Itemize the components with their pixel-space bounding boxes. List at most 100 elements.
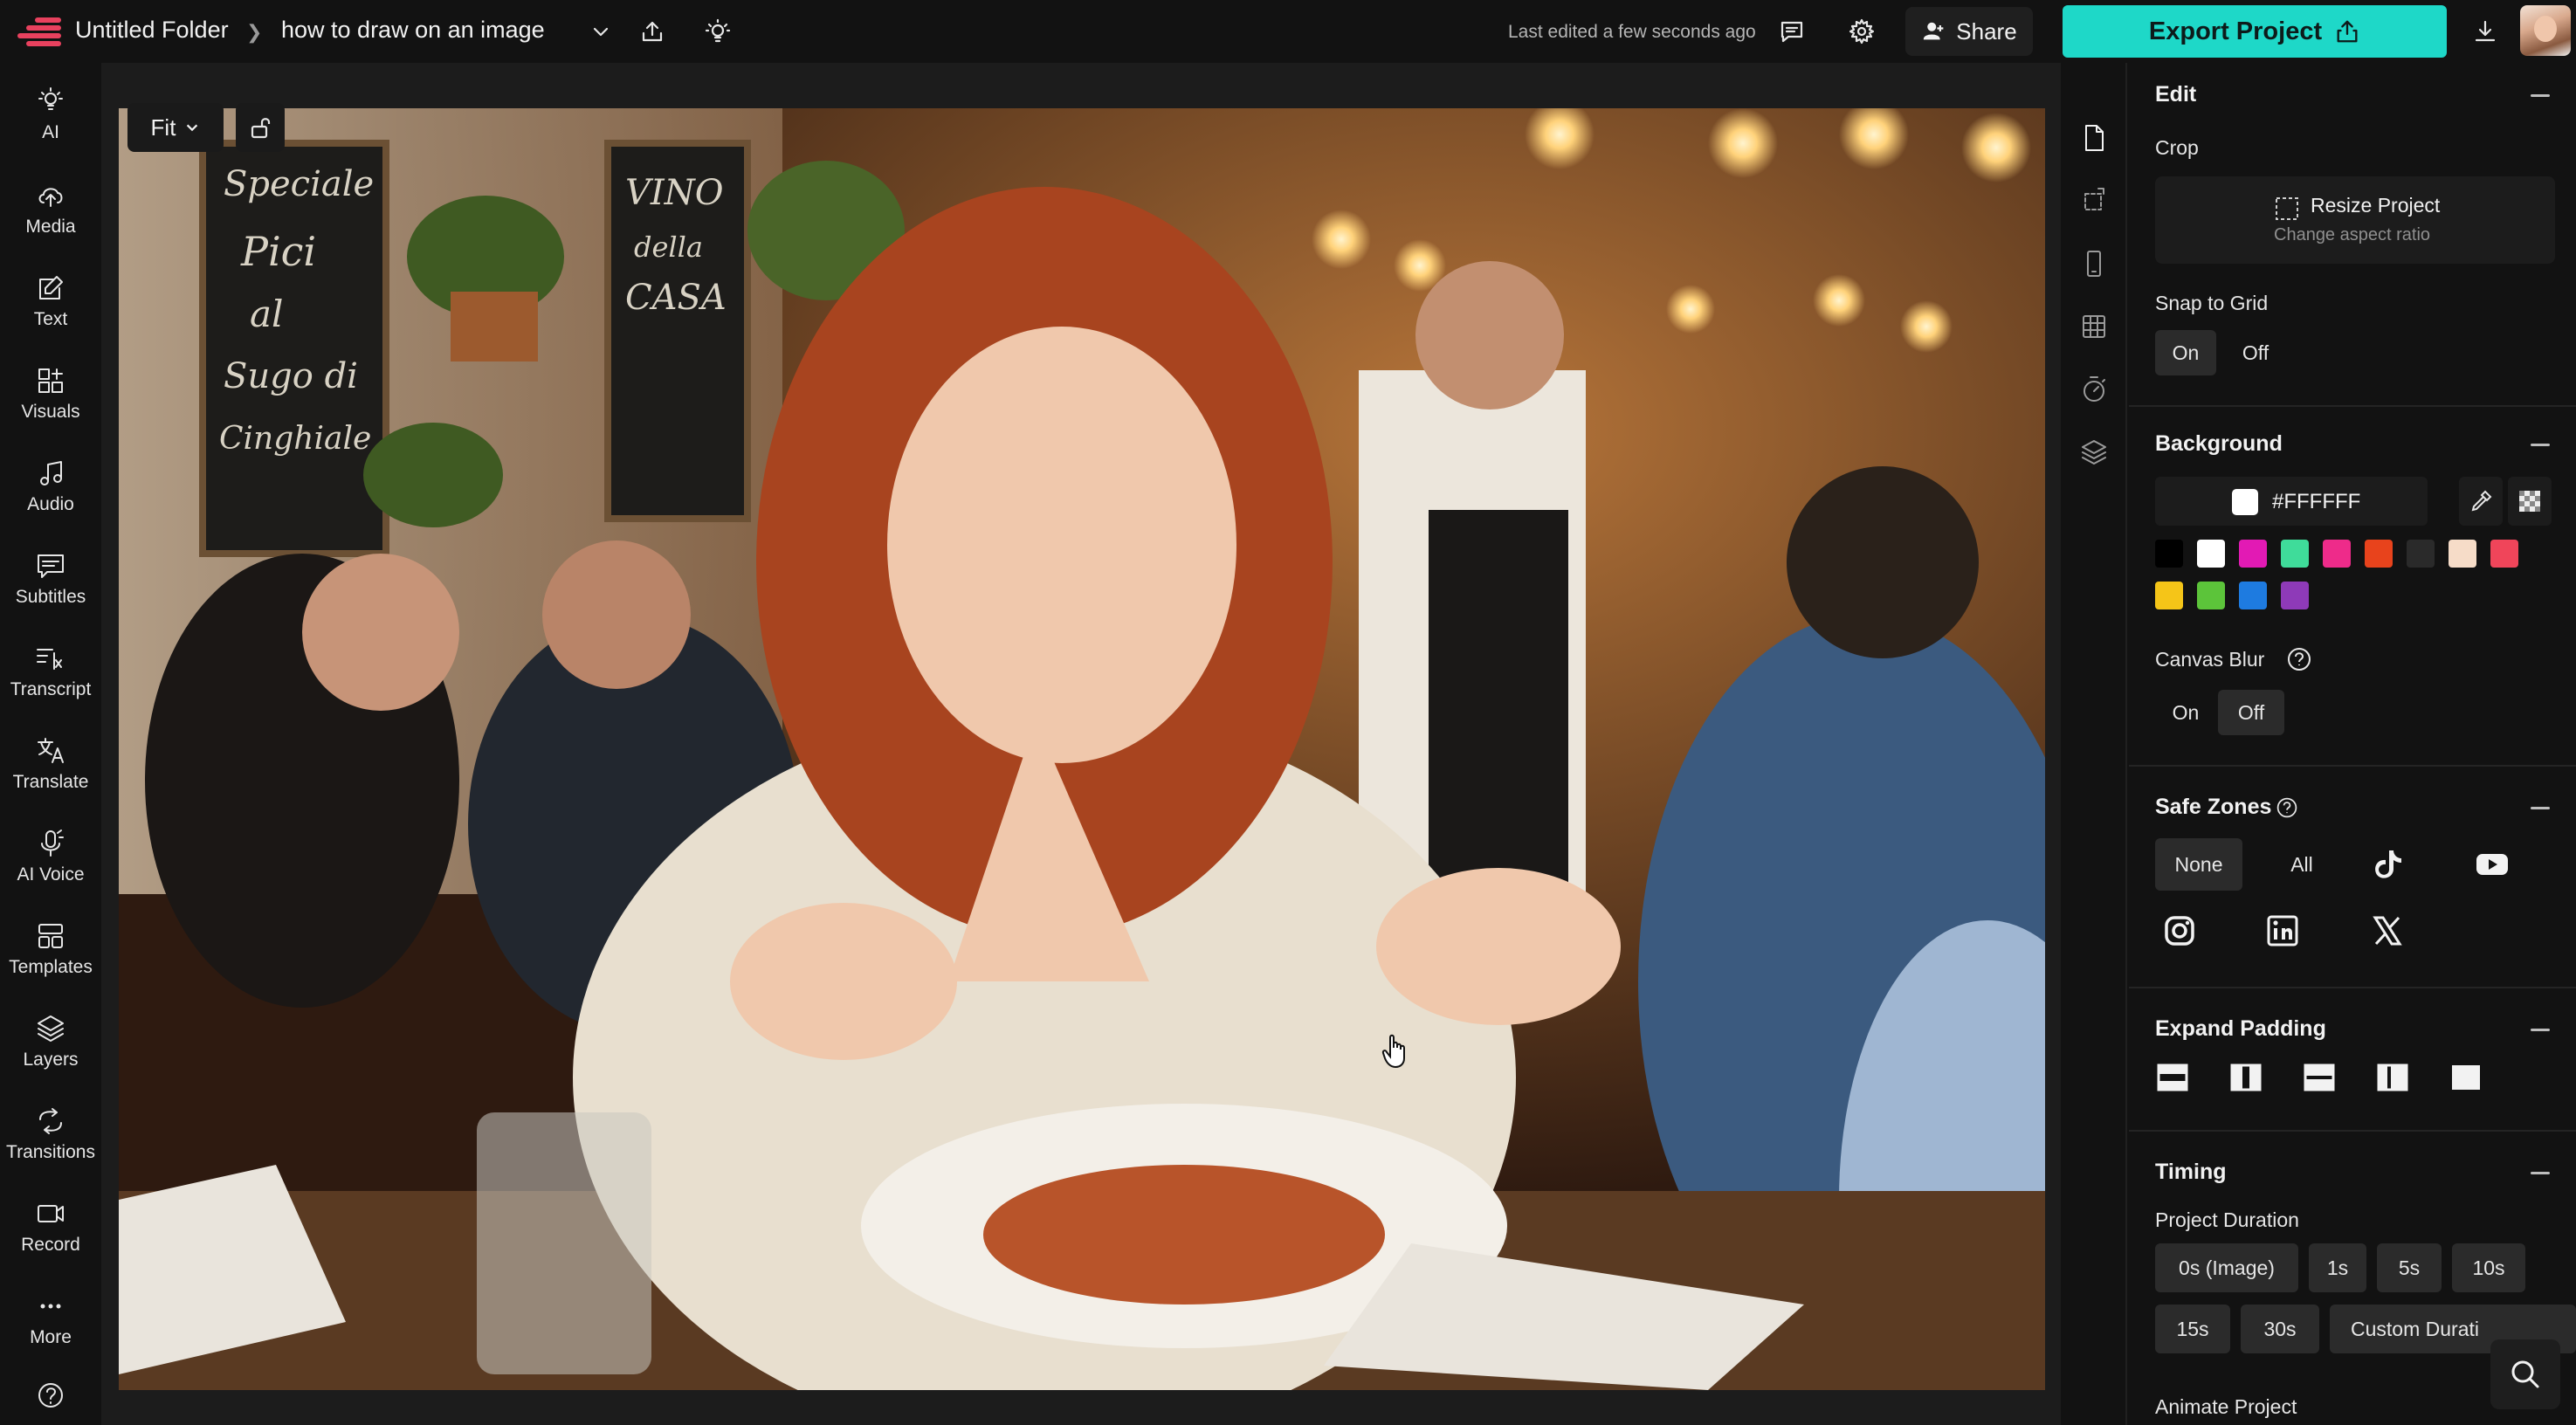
safe-zone-all-button[interactable]: All bbox=[2258, 838, 2345, 891]
canvas-image[interactable]: Speciale Pici al Sugo di Cinghiale VINO … bbox=[119, 108, 2045, 1390]
comments-icon[interactable] bbox=[1774, 14, 1809, 49]
search-icon bbox=[2511, 1360, 2539, 1388]
tiktok-icon[interactable] bbox=[2363, 840, 2412, 889]
color-swatch[interactable] bbox=[2155, 582, 2183, 609]
collapse-timing-icon[interactable] bbox=[2531, 1172, 2550, 1174]
pad-vertical-icon[interactable] bbox=[2302, 1060, 2337, 1095]
color-swatch[interactable] bbox=[2449, 540, 2476, 568]
color-swatch[interactable] bbox=[2281, 582, 2309, 609]
more-dots-icon bbox=[40, 1304, 61, 1309]
help-icon[interactable] bbox=[2286, 646, 2312, 672]
lightbulb-icon[interactable] bbox=[700, 14, 735, 49]
duration-0s-button[interactable]: 0s (Image) bbox=[2155, 1243, 2298, 1292]
checkerboard-icon bbox=[2519, 491, 2540, 512]
color-swatch[interactable] bbox=[2323, 540, 2351, 568]
current-color-swatch bbox=[2232, 489, 2258, 515]
sidebar-item-record[interactable]: Record bbox=[0, 1198, 101, 1277]
layers-icon bbox=[38, 1015, 64, 1042]
resize-project-button[interactable]: Resize Project Change aspect ratio bbox=[2155, 176, 2555, 264]
project-title[interactable]: how to draw on an image bbox=[281, 17, 545, 44]
svg-text:Pici: Pici bbox=[240, 228, 316, 275]
search-button[interactable] bbox=[2490, 1339, 2560, 1409]
duration-15s-button[interactable]: 15s bbox=[2155, 1305, 2230, 1353]
collapse-padding-icon[interactable] bbox=[2531, 1029, 2550, 1031]
color-swatch[interactable] bbox=[2281, 540, 2309, 568]
snap-on-button[interactable]: On bbox=[2155, 330, 2216, 375]
color-swatch[interactable] bbox=[2197, 540, 2225, 568]
sidebar-item-transcript[interactable]: Transcript bbox=[0, 643, 101, 721]
collapse-safe-zones-icon[interactable] bbox=[2531, 807, 2550, 809]
color-swatch[interactable] bbox=[2490, 540, 2518, 568]
share-button[interactable]: Share bbox=[1905, 7, 2033, 56]
timer-icon bbox=[2084, 376, 2105, 402]
sidebar-item-subtitles[interactable]: Subtitles bbox=[0, 550, 101, 629]
upload-cloud-icon bbox=[38, 188, 63, 207]
color-swatch[interactable] bbox=[2155, 540, 2183, 568]
x-icon[interactable] bbox=[2363, 906, 2412, 955]
aspect-lock-button[interactable] bbox=[236, 103, 285, 152]
eyedropper-button[interactable] bbox=[2459, 477, 2503, 526]
blur-on-button[interactable]: On bbox=[2155, 690, 2216, 735]
pad-all-icon[interactable] bbox=[2449, 1060, 2483, 1095]
divider bbox=[2129, 987, 2576, 988]
project-duration-label: Project Duration bbox=[2155, 1208, 2299, 1231]
help-icon[interactable] bbox=[2276, 796, 2298, 819]
export-project-button[interactable]: Export Project bbox=[2063, 5, 2447, 58]
sidebar-item-audio[interactable]: Audio bbox=[0, 458, 101, 536]
sidebar-item-visuals[interactable]: Visuals bbox=[0, 365, 101, 444]
timer-tab[interactable] bbox=[2077, 372, 2111, 407]
color-swatch[interactable] bbox=[2239, 582, 2267, 609]
app-logo[interactable] bbox=[17, 17, 61, 47]
zoom-fit-dropdown[interactable]: Fit bbox=[127, 103, 224, 152]
linkedin-icon[interactable] bbox=[2258, 906, 2307, 955]
sidebar-item-transitions[interactable]: Transitions bbox=[0, 1105, 101, 1184]
color-swatch[interactable] bbox=[2365, 540, 2393, 568]
collapse-background-icon[interactable] bbox=[2531, 444, 2550, 446]
add-person-icon bbox=[1924, 22, 1944, 40]
background-color-input[interactable]: #FFFFFF bbox=[2155, 477, 2428, 526]
duration-10s-button[interactable]: 10s bbox=[2452, 1243, 2525, 1292]
grid-tab[interactable] bbox=[2077, 309, 2111, 344]
pad-horizontal-icon[interactable] bbox=[2375, 1060, 2410, 1095]
sidebar-label: Text bbox=[33, 309, 68, 329]
sidebar-item-ai[interactable]: AI bbox=[0, 86, 101, 164]
upload-icon[interactable] bbox=[635, 14, 670, 49]
sidebar-item-layers[interactable]: Layers bbox=[0, 1013, 101, 1091]
snap-off-button[interactable]: Off bbox=[2225, 330, 2286, 375]
grid-icon bbox=[2083, 315, 2105, 338]
device-preview-tab[interactable] bbox=[2077, 246, 2111, 281]
youtube-icon[interactable] bbox=[2468, 840, 2517, 889]
avatar[interactable] bbox=[2520, 5, 2571, 56]
pad-top-icon[interactable] bbox=[2155, 1060, 2190, 1095]
download-icon[interactable] bbox=[2468, 14, 2503, 49]
collapse-edit-icon[interactable] bbox=[2531, 94, 2550, 97]
blur-off-button[interactable]: Off bbox=[2218, 690, 2284, 735]
duration-1s-button[interactable]: 1s bbox=[2309, 1243, 2366, 1292]
help-icon bbox=[38, 1383, 63, 1408]
timing-section-title: Timing bbox=[2155, 1160, 2227, 1184]
page-settings-tab[interactable] bbox=[2077, 120, 2111, 155]
breadcrumb-folder[interactable]: Untitled Folder bbox=[75, 17, 229, 44]
help-button[interactable] bbox=[0, 1380, 101, 1423]
gear-icon[interactable] bbox=[1844, 14, 1879, 49]
duration-30s-button[interactable]: 30s bbox=[2241, 1305, 2319, 1353]
pad-left-icon[interactable] bbox=[2228, 1060, 2263, 1095]
sidebar-item-templates[interactable]: Templates bbox=[0, 920, 101, 999]
color-swatch[interactable] bbox=[2239, 540, 2267, 568]
sidebar-label: Templates bbox=[9, 957, 93, 977]
safe-zone-none-button[interactable]: None bbox=[2155, 838, 2242, 891]
duration-5s-button[interactable]: 5s bbox=[2377, 1243, 2442, 1292]
chevron-down-icon[interactable] bbox=[583, 14, 618, 49]
svg-text:della: della bbox=[634, 231, 703, 264]
color-swatch[interactable] bbox=[2197, 582, 2225, 609]
crop-tab[interactable] bbox=[2077, 183, 2111, 218]
sidebar-item-media[interactable]: Media bbox=[0, 180, 101, 258]
instagram-icon[interactable] bbox=[2155, 906, 2204, 955]
sidebar-item-translate[interactable]: Translate bbox=[0, 735, 101, 814]
sidebar-item-text[interactable]: Text bbox=[0, 272, 101, 351]
sidebar-item-more[interactable]: More bbox=[0, 1291, 101, 1369]
layers-tab[interactable] bbox=[2077, 435, 2111, 470]
transparent-button[interactable] bbox=[2508, 477, 2552, 526]
color-swatch[interactable] bbox=[2407, 540, 2435, 568]
sidebar-item-ai-voice[interactable]: AI Voice bbox=[0, 828, 101, 906]
